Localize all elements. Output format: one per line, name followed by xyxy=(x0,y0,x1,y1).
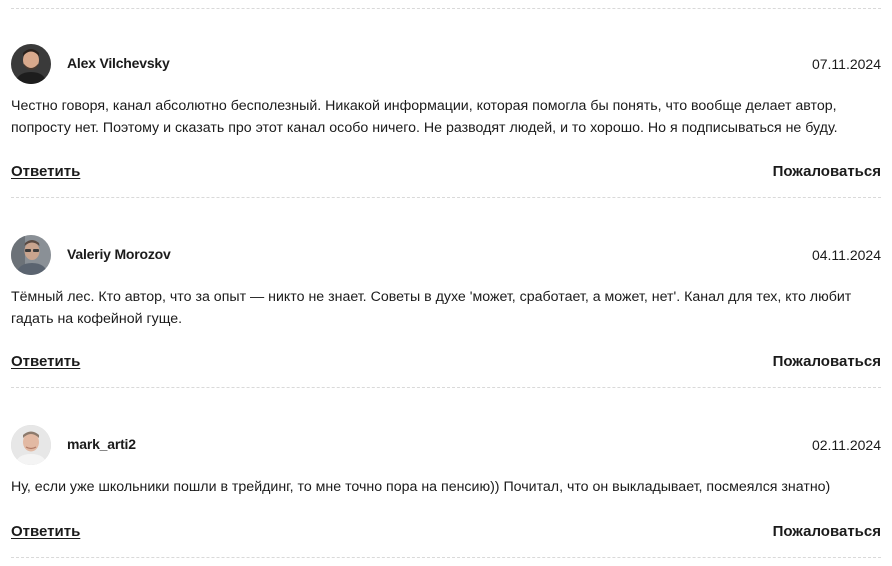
reply-link[interactable]: Ответить xyxy=(11,353,80,370)
reply-link[interactable]: Ответить xyxy=(11,523,80,540)
avatar[interactable] xyxy=(11,425,51,465)
comment-date: 07.11.2024 xyxy=(811,56,881,72)
comment-text: Тёмный лес. Кто автор, что за опыт — ник… xyxy=(11,289,852,327)
user-avatar-icon xyxy=(11,44,51,84)
comment-divider xyxy=(11,197,881,198)
user-avatar-icon xyxy=(11,235,51,275)
comment-author[interactable]: Alex Vilchevsky xyxy=(67,55,170,71)
top-divider xyxy=(11,8,881,9)
comment-date: 02.11.2024 xyxy=(811,437,881,453)
comment-divider xyxy=(11,557,881,558)
avatar[interactable] xyxy=(11,44,51,84)
user-avatar-icon xyxy=(11,425,51,465)
report-link[interactable]: Пожаловаться xyxy=(773,353,881,370)
reply-link[interactable]: Ответить xyxy=(11,163,80,180)
comment-author[interactable]: Valeriy Morozov xyxy=(67,246,171,262)
comment-text: Честно говоря, канал абсолютно бесполезн… xyxy=(11,98,838,136)
report-link[interactable]: Пожаловаться xyxy=(773,163,881,180)
comment-date: 04.11.2024 xyxy=(811,247,881,263)
report-link[interactable]: Пожаловаться xyxy=(773,523,881,540)
comment-text: Ну, если уже школьники пошли в трейдинг,… xyxy=(11,479,831,495)
comment-divider xyxy=(11,387,881,388)
comment-author[interactable]: mark_arti2 xyxy=(67,436,136,452)
avatar[interactable] xyxy=(11,235,51,275)
